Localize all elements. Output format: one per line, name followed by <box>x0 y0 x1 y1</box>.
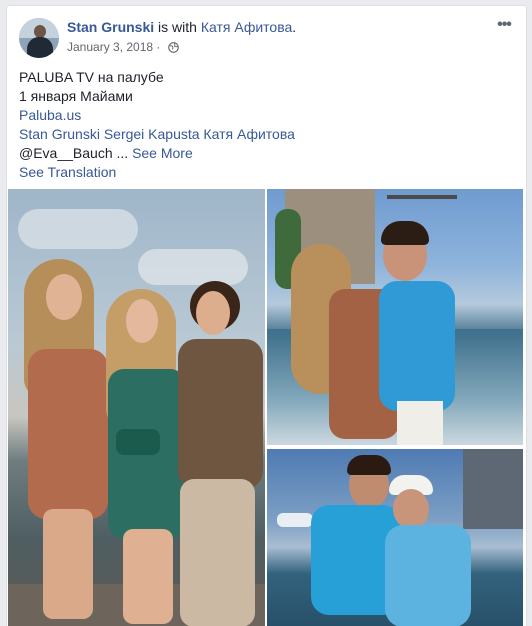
photo-couple-boat[interactable] <box>267 189 523 445</box>
post-body: PALUBA TV на палубе 1 января Майами Palu… <box>19 68 519 182</box>
post-date-link[interactable]: January 3, 2018 <box>67 40 153 54</box>
post-text-line-2: 1 января Майами <box>19 88 133 104</box>
man-head <box>393 489 429 529</box>
author-name-link[interactable]: Stan Grunski <box>67 19 154 35</box>
post-text-line-1: PALUBA TV на палубе <box>19 69 164 85</box>
tagged-people-links[interactable]: Stan Grunski Sergei Kapusta Катя Афитова <box>19 126 295 142</box>
avatar-body <box>27 37 53 58</box>
globe-icon[interactable] <box>167 41 179 53</box>
man-shirt <box>379 281 455 411</box>
with-text: is with <box>154 19 201 35</box>
handbag <box>116 429 160 455</box>
woman-legs <box>180 479 255 626</box>
mention-text: @Eva__Bauch ... <box>19 145 129 161</box>
site-link[interactable]: Paluba.us <box>19 107 81 123</box>
avatar[interactable] <box>19 18 59 58</box>
woman-face <box>196 291 230 335</box>
man-hair <box>347 455 391 475</box>
man-hair <box>381 221 429 245</box>
woman-legs <box>123 529 173 624</box>
crane-shape <box>387 195 457 199</box>
post-header: Stan Grunski is with Катя Афитова. <box>67 19 296 35</box>
yacht-shape <box>277 513 313 527</box>
post-meta: January 3, 2018 · <box>67 40 179 54</box>
see-more-link[interactable]: See More <box>132 145 193 161</box>
cloud-shape <box>138 249 248 285</box>
post-card: Stan Grunski is with Катя Афитова. Janua… <box>6 5 527 626</box>
photo-three-women-dock[interactable] <box>8 189 265 626</box>
man-shirt <box>385 525 471 626</box>
ellipsis-icon: ••• <box>497 16 512 33</box>
photo-two-men-boat[interactable] <box>267 449 523 626</box>
man-shorts <box>397 401 443 445</box>
woman-dress <box>28 349 108 519</box>
tagged-user-link[interactable]: Катя Афитова <box>201 19 292 35</box>
woman-face <box>126 299 158 343</box>
cloud-shape <box>18 209 138 249</box>
building-shape <box>463 449 523 529</box>
woman-legs <box>43 509 93 619</box>
more-options-button[interactable]: ••• <box>492 16 516 33</box>
tagged-suffix: . <box>292 19 297 35</box>
woman-dress <box>178 339 263 489</box>
see-translation-link[interactable]: See Translation <box>19 164 116 180</box>
meta-separator: · <box>153 40 164 54</box>
photo-grid <box>7 189 526 626</box>
woman-face <box>46 274 82 320</box>
